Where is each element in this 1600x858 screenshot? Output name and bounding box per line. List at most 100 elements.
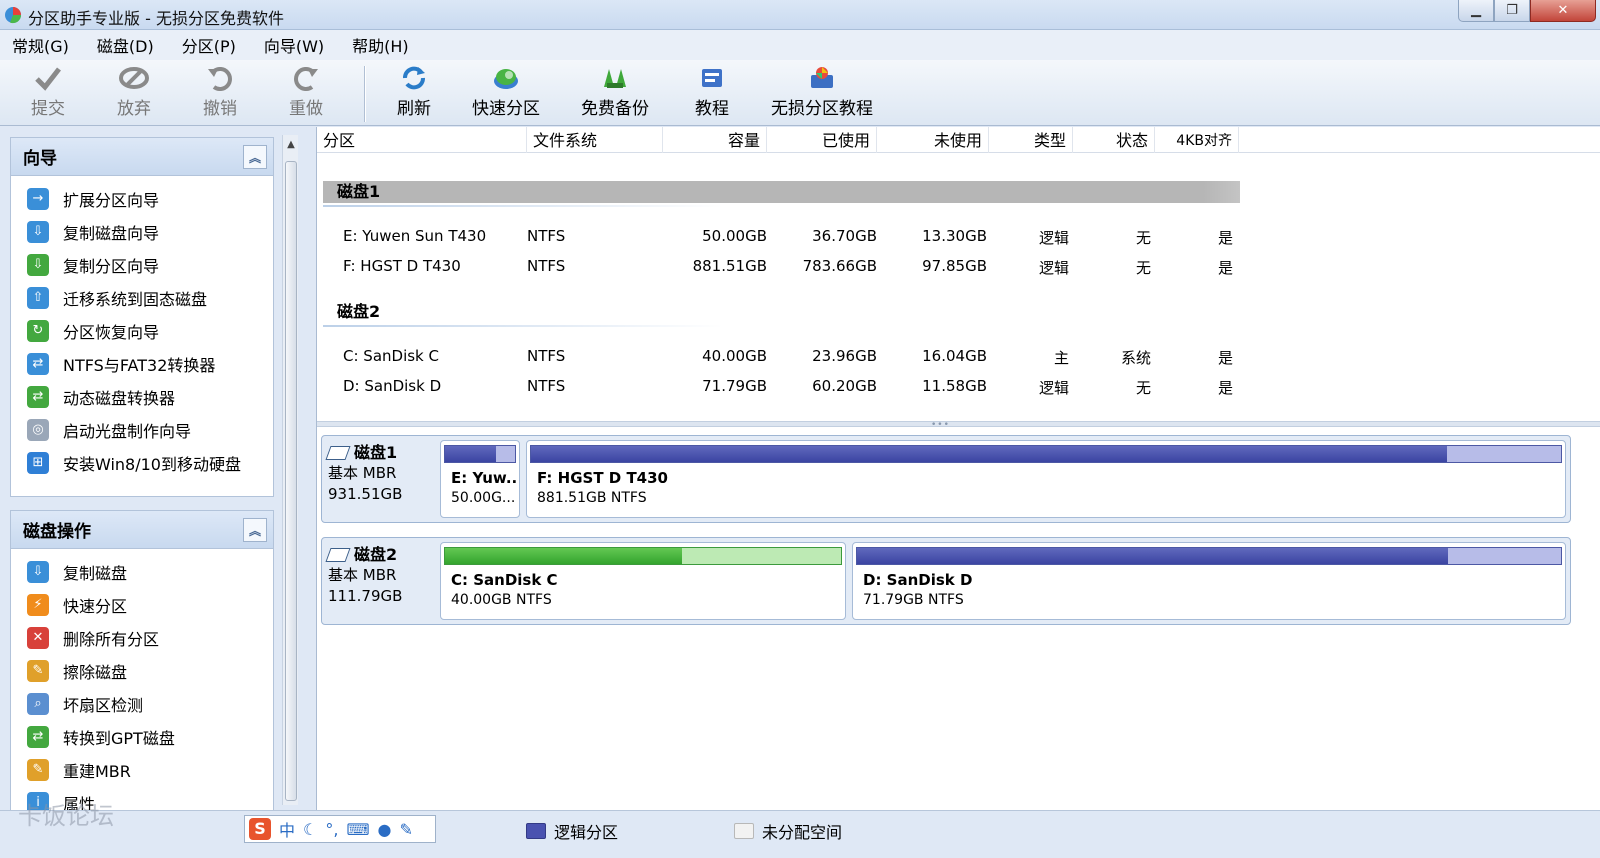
ime-mode-label[interactable]: 中 xyxy=(279,817,295,841)
table-row[interactable]: C: SanDisk C NTFS 40.00GB 23.96GB 16.04G… xyxy=(317,341,1600,371)
usage-fill xyxy=(445,446,497,462)
redo-label: 重做 xyxy=(289,99,323,119)
moon-icon[interactable]: ☾ xyxy=(303,820,317,839)
col-type[interactable]: 类型 xyxy=(989,127,1073,153)
op-rebuild-mbr[interactable]: ✎ 重建MBR xyxy=(11,753,273,786)
disk2-map[interactable]: 磁盘2 基本 MBR 111.79GB C: SanDisk C 40.00GB… xyxy=(321,537,1571,625)
left-panel-scrollbar[interactable]: ▲ xyxy=(282,135,298,805)
menu-bar: 常规(G) 磁盘(D) 分区(P) 向导(W) 帮助(H) xyxy=(0,30,1600,60)
col-4kb-align[interactable]: 4KB对齐 xyxy=(1155,127,1239,153)
menu-partition[interactable]: 分区(P) xyxy=(182,33,236,57)
scroll-up-arrow-icon[interactable]: ▲ xyxy=(283,135,299,155)
collapse-disk-ops-button[interactable]: ︽ xyxy=(243,518,267,542)
wizard-item-label: 启动光盘制作向导 xyxy=(63,421,192,441)
collapse-wizard-button[interactable]: ︽ xyxy=(243,145,267,169)
menu-wizard[interactable]: 向导(W) xyxy=(264,33,324,57)
lossless-tutorial-button[interactable]: 无损分区教程 xyxy=(770,64,874,119)
ime-toolbar[interactable]: S 中 ☾ °, ⌨ ● ✎ xyxy=(244,815,436,843)
disk1-map[interactable]: 磁盘1 基本 MBR 931.51GB E: Yuw... 50.00G... … xyxy=(321,435,1571,523)
wizard-item-label: 复制磁盘向导 xyxy=(63,223,160,243)
partition-info: 50.00G... xyxy=(451,490,516,506)
menu-disk[interactable]: 磁盘(D) xyxy=(97,33,154,57)
tutorial-button[interactable]: 教程 xyxy=(690,64,734,119)
user-icon[interactable]: ● xyxy=(378,820,392,839)
partition-d-block[interactable]: D: SanDisk D 71.79GB NTFS xyxy=(852,542,1566,620)
magnifier-icon: ⌕ xyxy=(27,692,49,715)
op-bad-sector-check[interactable]: ⌕ 坏扇区检测 xyxy=(11,687,273,720)
free-backup-button[interactable]: 免费备份 xyxy=(579,64,651,119)
table-row[interactable]: D: SanDisk D NTFS 71.79GB 60.20GB 11.58G… xyxy=(317,371,1600,401)
wizard-partition-recovery[interactable]: ↻ 分区恢复向导 xyxy=(11,314,273,347)
wizard-ntfs-fat32[interactable]: ⇄ NTFS与FAT32转换器 xyxy=(11,347,273,380)
undo-button[interactable]: 撤销 xyxy=(198,64,242,119)
submit-button[interactable]: 提交 xyxy=(26,64,70,119)
wizard-extend-partition[interactable]: → 扩展分区向导 xyxy=(11,182,273,215)
wizard-item-label: 迁移系统到固态磁盘 xyxy=(63,289,208,309)
op-item-label: 快速分区 xyxy=(63,596,128,616)
cell-type: 逻辑 xyxy=(1038,379,1069,397)
col-capacity[interactable]: 容量 xyxy=(663,127,767,153)
cell-unused: 16.04GB xyxy=(922,347,987,365)
wizard-boot-cd[interactable]: ◎ 启动光盘制作向导 xyxy=(11,413,273,446)
col-unused[interactable]: 未使用 xyxy=(877,127,989,153)
disk1-group-row[interactable]: 磁盘1 xyxy=(323,181,1240,203)
copy-disk-icon: ⇩ xyxy=(27,220,49,243)
table-row[interactable]: E: Yuwen Sun T430 NTFS 50.00GB 36.70GB 1… xyxy=(317,221,1600,251)
migrate-os-icon: ⇧ xyxy=(27,286,49,309)
cell-status: 无 xyxy=(1135,259,1151,277)
wizard-item-label: 动态磁盘转换器 xyxy=(63,388,176,408)
close-button[interactable]: ✕ xyxy=(1530,0,1596,22)
partition-e-block[interactable]: E: Yuw... 50.00G... xyxy=(440,440,520,518)
punctuation-icon[interactable]: °, xyxy=(325,820,338,839)
wizard-migrate-ssd[interactable]: ⇧ 迁移系统到固态磁盘 xyxy=(11,281,273,314)
cell-4kb: 是 xyxy=(1217,379,1233,397)
disk-operations-title: 磁盘操作 xyxy=(23,522,91,542)
wrench-icon[interactable]: ✎ xyxy=(400,820,413,839)
discard-button[interactable]: 放弃 xyxy=(112,64,156,119)
table-row[interactable]: F: HGST D T430 NTFS 881.51GB 783.66GB 97… xyxy=(317,251,1600,281)
partition-f-block[interactable]: F: HGST D T430 881.51GB NTFS xyxy=(526,440,1566,518)
discard-label: 放弃 xyxy=(117,99,151,119)
wizard-copy-partition[interactable]: ⇩ 复制分区向导 xyxy=(11,248,273,281)
title-bar: 分区助手专业版 - 无损分区免费软件 ▁ ❐ ✕ xyxy=(0,0,1600,30)
wizard-copy-disk[interactable]: ⇩ 复制磁盘向导 xyxy=(11,215,273,248)
menu-general[interactable]: 常规(G) xyxy=(12,33,69,57)
wizard-dynamic-disk[interactable]: ⇄ 动态磁盘转换器 xyxy=(11,380,273,413)
partition-c-block[interactable]: C: SanDisk C 40.00GB NTFS xyxy=(440,542,846,620)
wizard-item-label: 安装Win8/10到移动硬盘 xyxy=(63,454,241,474)
partition-c-usage-bar xyxy=(444,547,842,565)
col-filesystem[interactable]: 文件系统 xyxy=(533,127,663,153)
partition-name: D: SanDisk D xyxy=(863,571,973,589)
op-copy-disk[interactable]: ⇩ 复制磁盘 xyxy=(11,555,273,588)
legend-unallocated: 未分配空间 xyxy=(734,819,842,843)
restore-button[interactable]: ❐ xyxy=(1494,0,1530,22)
pane-splitter[interactable]: ••• xyxy=(317,421,1600,430)
tutorial-icon xyxy=(697,64,727,92)
quick-partition-icon xyxy=(491,64,521,92)
keyboard-icon[interactable]: ⌨ xyxy=(346,820,369,839)
sogou-logo-icon: S xyxy=(249,818,271,840)
cell-partition: F: HGST D T430 xyxy=(343,257,461,275)
disk2-group-row[interactable]: 磁盘2 xyxy=(323,301,380,323)
cell-capacity: 50.00GB xyxy=(702,227,767,245)
backup-icon xyxy=(600,64,630,92)
op-delete-all-partitions[interactable]: ✕ 删除所有分区 xyxy=(11,621,273,654)
col-used[interactable]: 已使用 xyxy=(767,127,877,153)
col-status[interactable]: 状态 xyxy=(1073,127,1155,153)
scrollbar-thumb[interactable] xyxy=(285,161,297,801)
op-convert-gpt[interactable]: ⇄ 转换到GPT磁盘 xyxy=(11,720,273,753)
wizard-win-to-go[interactable]: ⊞ 安装Win8/10到移动硬盘 xyxy=(11,446,273,479)
op-item-label: 复制磁盘 xyxy=(63,563,128,583)
op-wipe-disk[interactable]: ✎ 擦除磁盘 xyxy=(11,654,273,687)
cell-filesystem: NTFS xyxy=(527,257,566,275)
partition-name: C: SanDisk C xyxy=(451,571,558,589)
col-partition[interactable]: 分区 xyxy=(323,127,527,153)
refresh-button[interactable]: 刷新 xyxy=(392,64,436,119)
divider xyxy=(323,325,723,327)
table-header: 分区 文件系统 容量 已使用 未使用 类型 状态 4KB对齐 xyxy=(317,127,1600,153)
op-quick-partition[interactable]: ⚡ 快速分区 xyxy=(11,588,273,621)
minimize-button[interactable]: ▁ xyxy=(1458,0,1494,22)
redo-button[interactable]: 重做 xyxy=(284,64,328,119)
quick-partition-button[interactable]: 快速分区 xyxy=(470,64,542,119)
menu-help[interactable]: 帮助(H) xyxy=(352,33,409,57)
